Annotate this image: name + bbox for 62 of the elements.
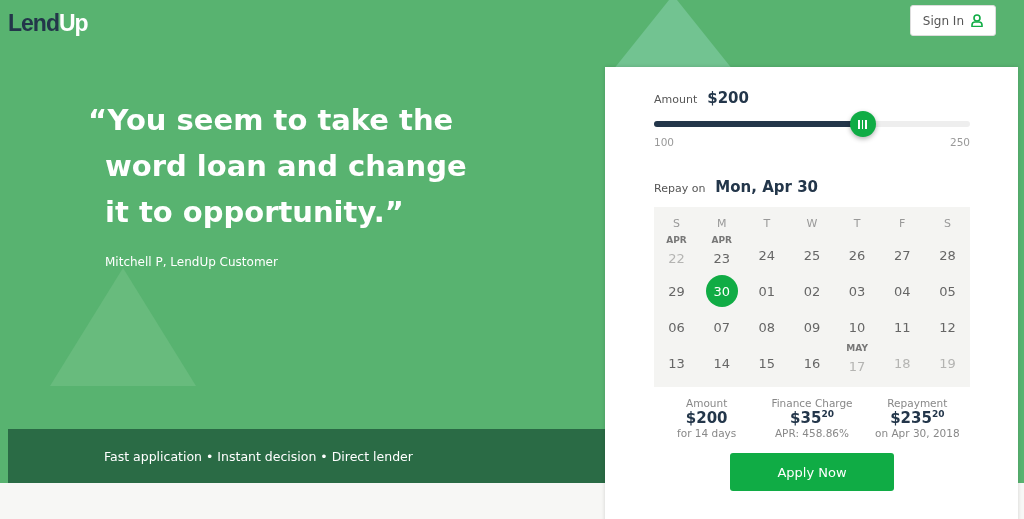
repay-label: Repay on (654, 182, 706, 195)
summary-value: $35$^{20}$ (789, 409, 834, 427)
weekday-label: T (762, 216, 772, 232)
summary-label: Repayment (886, 397, 949, 409)
calendar-day[interactable]: 16 (796, 347, 828, 379)
calendar-day[interactable]: 14 (705, 347, 738, 379)
amount-label: Amount (654, 93, 698, 106)
calendar-day: 19 (931, 347, 964, 379)
logo[interactable]: LendUp (8, 6, 88, 37)
weekday-label: F (898, 216, 907, 232)
testimonial-quote: “You seem to take the word loan and change it to opportunity.” (88, 102, 468, 231)
sign-in-button[interactable]: Sign In (909, 5, 996, 36)
user-icon (971, 14, 983, 27)
calendar-day[interactable]: 07 (705, 311, 738, 343)
calendar-day[interactable]: 24 (750, 239, 783, 271)
calendar-day: 18 (886, 347, 919, 379)
calendar-day: 22 (660, 245, 693, 271)
features-text: Fast application • Instant decision • Direct lender (104, 448, 413, 464)
summary-note: on Apr 30, 2018 (874, 427, 961, 439)
weekday-label: W (805, 216, 819, 232)
summary-value: $200 (684, 409, 729, 427)
calendar-day[interactable]: 30 (705, 275, 738, 307)
repay-date: Mon, Apr 30 (715, 178, 819, 196)
calendar-day[interactable]: 05 (931, 275, 964, 307)
weekday-label: S (672, 216, 682, 232)
calendar-day[interactable]: 27 (886, 239, 919, 271)
calendar-day[interactable]: 06 (660, 311, 693, 343)
testimonial-author: Mitchell P, LendUp Customer (105, 255, 278, 269)
weekday-label: S (942, 216, 952, 232)
calendar-day[interactable]: 13 (660, 347, 693, 379)
calendar-day[interactable]: 11 (886, 311, 919, 343)
summary-note: APR: 458.86% (773, 427, 851, 439)
calendar-day[interactable]: 23 (705, 245, 738, 271)
calendar-day[interactable]: 03 (841, 275, 874, 307)
summary-label: Finance Charge (770, 397, 854, 409)
calendar-day[interactable]: 25 (796, 239, 828, 271)
calendar-day[interactable]: 29 (660, 275, 693, 307)
calendar-day[interactable]: 28 (931, 239, 964, 271)
calendar-day[interactable]: 15 (750, 347, 783, 379)
calendar-day[interactable]: 02 (796, 275, 828, 307)
calendar-day[interactable]: 09 (796, 311, 828, 343)
calendar-day[interactable]: 01 (750, 275, 783, 307)
apply-now-button[interactable]: Apply Now (730, 453, 894, 491)
calendar-day[interactable]: 10 (841, 311, 874, 343)
weekday-label: T (852, 216, 862, 232)
slider-max: 250 (949, 136, 970, 148)
calendar-day[interactable]: 26 (841, 239, 874, 271)
month-label: MAY (846, 343, 868, 353)
slider-min: 100 (654, 136, 675, 148)
amount-slider[interactable] (654, 111, 970, 137)
summary-value: $235$^{20}$ (890, 409, 945, 427)
slider-thumb[interactable] (849, 111, 876, 137)
month-label: APR (711, 235, 732, 245)
amount-value: $200 (707, 89, 749, 107)
calendar-day[interactable]: 12 (931, 311, 964, 343)
summary-note: for 14 days (676, 427, 738, 439)
month-label: APR (666, 235, 687, 245)
calendar-day[interactable]: 04 (886, 275, 919, 307)
calendar-day[interactable]: 08 (750, 311, 783, 343)
summary-label: Amount (685, 397, 729, 409)
weekday-label: M (715, 216, 728, 232)
calendar-day: 17 (841, 353, 874, 379)
